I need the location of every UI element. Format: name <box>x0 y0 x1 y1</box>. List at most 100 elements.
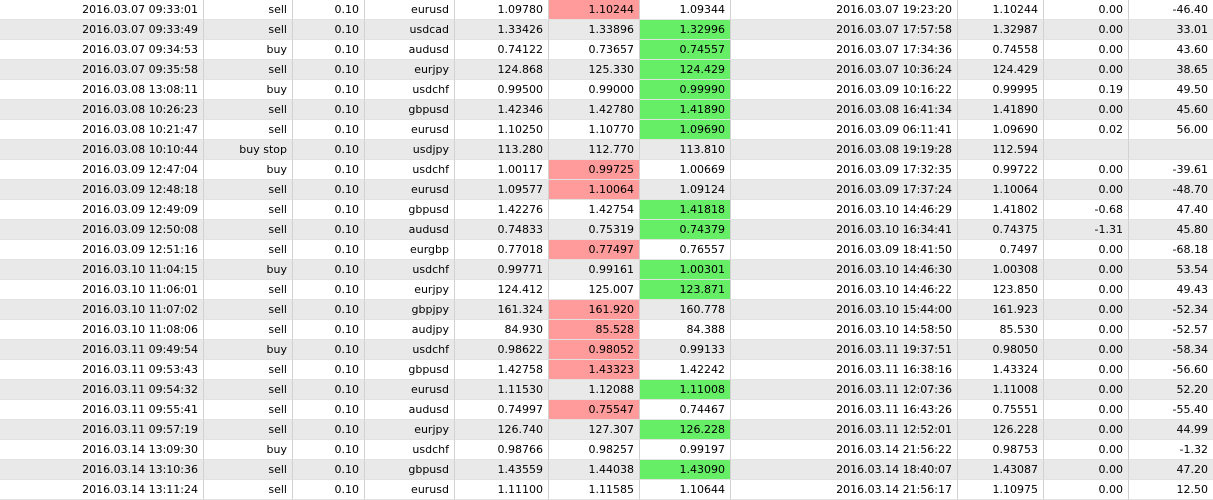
close-price-cell: 0.74375 <box>958 220 1044 240</box>
close-time-cell: 2016.03.11 19:37:51 <box>731 340 958 360</box>
table-row[interactable]: 2016.03.11 09:49:54 buy 0.10 usdchf 0.98622 0… <box>0 340 1213 360</box>
take-profit-cell: 0.74379 <box>640 220 731 240</box>
symbol-cell: gbpusd <box>365 460 455 480</box>
commission-cell: 0.00 <box>1044 60 1129 80</box>
symbol-cell: usdcad <box>365 20 455 40</box>
commission-cell: 0.00 <box>1044 240 1129 260</box>
symbol-cell: gbpusd <box>365 100 455 120</box>
table-row[interactable]: 2016.03.09 12:48:18 sell 0.10 eurusd 1.09577… <box>0 180 1213 200</box>
table-row[interactable]: 2016.03.09 12:49:09 sell 0.10 gbpusd 1.42276… <box>0 200 1213 220</box>
lot-size-cell: 0.10 <box>293 400 365 420</box>
commission-cell: 0.00 <box>1044 0 1129 20</box>
close-price-cell: 1.41890 <box>958 100 1044 120</box>
symbol-cell: usdjpy <box>365 140 455 160</box>
table-row[interactable]: 2016.03.09 12:51:16 sell 0.10 eurgbp 0.77018… <box>0 240 1213 260</box>
order-type-cell: buy <box>204 440 293 460</box>
table-row[interactable]: 2016.03.10 11:07:02 sell 0.10 gbpjpy 161.324… <box>0 300 1213 320</box>
symbol-cell: eurjpy <box>365 60 455 80</box>
symbol-cell: usdchf <box>365 260 455 280</box>
profit-cell: 47.40 <box>1129 200 1213 220</box>
profit-cell: 47.20 <box>1129 460 1213 480</box>
order-type-cell: sell <box>204 0 293 20</box>
profit-cell: 12.50 <box>1129 480 1213 500</box>
close-price-cell: 0.74558 <box>958 40 1044 60</box>
symbol-cell: usdchf <box>365 80 455 100</box>
close-price-cell: 1.41802 <box>958 200 1044 220</box>
open-price-cell: 1.00117 <box>455 160 549 180</box>
table-row[interactable]: 2016.03.07 09:33:01 sell 0.10 eurusd 1.09780… <box>0 0 1213 20</box>
table-row[interactable]: 2016.03.08 10:21:47 sell 0.10 eurusd 1.10250… <box>0 120 1213 140</box>
table-row[interactable]: 2016.03.08 10:10:44 buy stop 0.10 usdjpy 113… <box>0 140 1213 160</box>
take-profit-cell: 84.388 <box>640 320 731 340</box>
order-type-cell: buy <box>204 80 293 100</box>
open-price-cell: 124.412 <box>455 280 549 300</box>
close-price-cell: 1.09690 <box>958 120 1044 140</box>
take-profit-cell: 1.09344 <box>640 0 731 20</box>
table-row[interactable]: 2016.03.11 09:55:41 sell 0.10 audusd 0.74997… <box>0 400 1213 420</box>
lot-size-cell: 0.10 <box>293 200 365 220</box>
table-row[interactable]: 2016.03.14 13:10:36 sell 0.10 gbpusd 1.43559… <box>0 460 1213 480</box>
order-type-cell: sell <box>204 380 293 400</box>
stop-loss-cell: 0.99725 <box>549 160 640 180</box>
commission-cell: 0.00 <box>1044 280 1129 300</box>
close-price-cell: 124.429 <box>958 60 1044 80</box>
order-type-cell: sell <box>204 420 293 440</box>
stop-loss-cell: 0.75319 <box>549 220 640 240</box>
lot-size-cell: 0.10 <box>293 120 365 140</box>
table-row[interactable]: 2016.03.07 09:35:58 sell 0.10 eurjpy 124.868… <box>0 60 1213 80</box>
table-row[interactable]: 2016.03.14 13:11:24 sell 0.10 eurusd 1.11100… <box>0 480 1213 500</box>
lot-size-cell: 0.10 <box>293 180 365 200</box>
close-price-cell: 0.99722 <box>958 160 1044 180</box>
table-row[interactable]: 2016.03.14 13:09:30 buy 0.10 usdchf 0.98766 0… <box>0 440 1213 460</box>
table-row[interactable]: 2016.03.10 11:08:06 sell 0.10 audjpy 84.930 8… <box>0 320 1213 340</box>
close-time-cell: 2016.03.08 16:41:34 <box>731 100 958 120</box>
close-time-cell: 2016.03.09 17:32:35 <box>731 160 958 180</box>
stop-loss-cell: 0.99161 <box>549 260 640 280</box>
commission-cell: 0.00 <box>1044 480 1129 500</box>
close-time-cell: 2016.03.10 14:46:22 <box>731 280 958 300</box>
table-row[interactable]: 2016.03.09 12:50:08 sell 0.10 audusd 0.74833… <box>0 220 1213 240</box>
take-profit-cell: 1.11008 <box>640 380 731 400</box>
profit-cell: -68.18 <box>1129 240 1213 260</box>
stop-loss-cell: 112.770 <box>549 140 640 160</box>
take-profit-cell: 160.778 <box>640 300 731 320</box>
stop-loss-cell: 85.528 <box>549 320 640 340</box>
trade-history-table: 2016.03.07 09:33:01 sell 0.10 eurusd 1.09780… <box>0 0 1213 500</box>
symbol-cell: gbpjpy <box>365 300 455 320</box>
stop-loss-cell: 125.007 <box>549 280 640 300</box>
table-row[interactable]: 2016.03.10 11:04:15 buy 0.10 usdchf 0.99771 0… <box>0 260 1213 280</box>
lot-size-cell: 0.10 <box>293 300 365 320</box>
open-price-cell: 126.740 <box>455 420 549 440</box>
close-time-cell: 2016.03.14 21:56:17 <box>731 480 958 500</box>
table-row[interactable]: 2016.03.11 09:53:43 sell 0.10 gbpusd 1.42758… <box>0 360 1213 380</box>
table-row[interactable]: 2016.03.07 09:34:53 buy 0.10 audusd 0.74122 0… <box>0 40 1213 60</box>
table-row[interactable]: 2016.03.07 09:33:49 sell 0.10 usdcad 1.33426… <box>0 20 1213 40</box>
open-time-cell: 2016.03.09 12:51:16 <box>0 240 204 260</box>
table-row[interactable]: 2016.03.08 13:08:11 buy 0.10 usdchf 0.99500 0… <box>0 80 1213 100</box>
profit-cell: -56.60 <box>1129 360 1213 380</box>
close-time-cell: 2016.03.10 16:34:41 <box>731 220 958 240</box>
order-type-cell: sell <box>204 400 293 420</box>
stop-loss-cell: 0.98052 <box>549 340 640 360</box>
table-row[interactable]: 2016.03.11 09:54:32 sell 0.10 eurusd 1.11530… <box>0 380 1213 400</box>
close-time-cell: 2016.03.07 10:36:24 <box>731 60 958 80</box>
order-type-cell: sell <box>204 120 293 140</box>
symbol-cell: eurjpy <box>365 280 455 300</box>
order-type-cell: buy <box>204 260 293 280</box>
profit-cell: 38.65 <box>1129 60 1213 80</box>
open-price-cell: 1.42346 <box>455 100 549 120</box>
lot-size-cell: 0.10 <box>293 0 365 20</box>
commission-cell: 0.00 <box>1044 340 1129 360</box>
table-row[interactable]: 2016.03.10 11:06:01 sell 0.10 eurjpy 124.412… <box>0 280 1213 300</box>
symbol-cell: audjpy <box>365 320 455 340</box>
table-row[interactable]: 2016.03.08 10:26:23 sell 0.10 gbpusd 1.42346… <box>0 100 1213 120</box>
symbol-cell: eurusd <box>365 480 455 500</box>
symbol-cell: audusd <box>365 400 455 420</box>
symbol-cell: audusd <box>365 220 455 240</box>
commission-cell <box>1044 140 1129 160</box>
open-price-cell: 1.43559 <box>455 460 549 480</box>
close-price-cell: 161.923 <box>958 300 1044 320</box>
table-row[interactable]: 2016.03.11 09:57:19 sell 0.10 eurjpy 126.740… <box>0 420 1213 440</box>
table-row[interactable]: 2016.03.09 12:47:04 buy 0.10 usdchf 1.00117 0… <box>0 160 1213 180</box>
close-time-cell: 2016.03.09 10:16:22 <box>731 80 958 100</box>
